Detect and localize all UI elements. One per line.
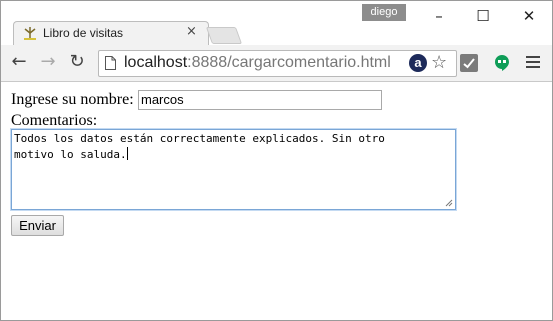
comments-label: Comentarios: (11, 112, 98, 129)
amazon-assistant-icon[interactable]: a (409, 54, 427, 72)
name-input[interactable]: marcos (138, 90, 382, 110)
close-window-button[interactable]: ✕ (509, 5, 549, 27)
tab-libro-de-visitas[interactable]: Libro de visitas × (13, 21, 209, 46)
browser-window: diego – ☐ ✕ Libro de visitas × ← → ↻ loc… (0, 0, 553, 321)
forward-arrow-icon[interactable]: → (37, 51, 59, 73)
hangouts-icon[interactable] (493, 54, 511, 72)
guestbook-favicon-icon (24, 27, 36, 40)
submit-button[interactable]: Enviar (11, 215, 64, 236)
maximize-button[interactable]: ☐ (463, 5, 503, 27)
close-tab-icon[interactable]: × (186, 24, 197, 39)
text-caret (126, 147, 128, 160)
page-content: Ingrese su nombre: marcos Comentarios: T… (1, 82, 552, 320)
menu-icon[interactable] (526, 54, 540, 70)
address-bar[interactable]: localhost:8888/cargarcomentario.html a ☆ (98, 50, 457, 77)
name-label: Ingrese su nombre: (11, 91, 134, 108)
page-icon (105, 56, 116, 70)
resize-grip-icon[interactable] (445, 199, 453, 207)
comments-text: Todos los datos están correctamente expl… (14, 132, 385, 161)
minimize-button[interactable]: – (419, 5, 459, 27)
url-text[interactable]: localhost:8888/cargarcomentario.html (124, 54, 391, 72)
url-path: :8888/cargarcomentario.html (187, 54, 391, 71)
comments-textarea[interactable]: Todos los datos están correctamente expl… (11, 129, 456, 210)
profile-badge[interactable]: diego (362, 4, 406, 21)
reload-icon[interactable]: ↻ (66, 51, 88, 73)
tab-title: Libro de visitas (43, 26, 124, 40)
browser-toolbar: ← → ↻ localhost:8888/cargarcomentario.ht… (1, 45, 552, 82)
url-host: localhost (124, 54, 188, 71)
back-arrow-icon[interactable]: ← (8, 51, 30, 73)
title-bar: diego – ☐ ✕ Libro de visitas × (1, 1, 552, 46)
bookmark-star-icon[interactable]: ☆ (431, 52, 447, 73)
new-tab-button[interactable] (205, 27, 243, 44)
check-extension-icon[interactable] (460, 54, 478, 72)
